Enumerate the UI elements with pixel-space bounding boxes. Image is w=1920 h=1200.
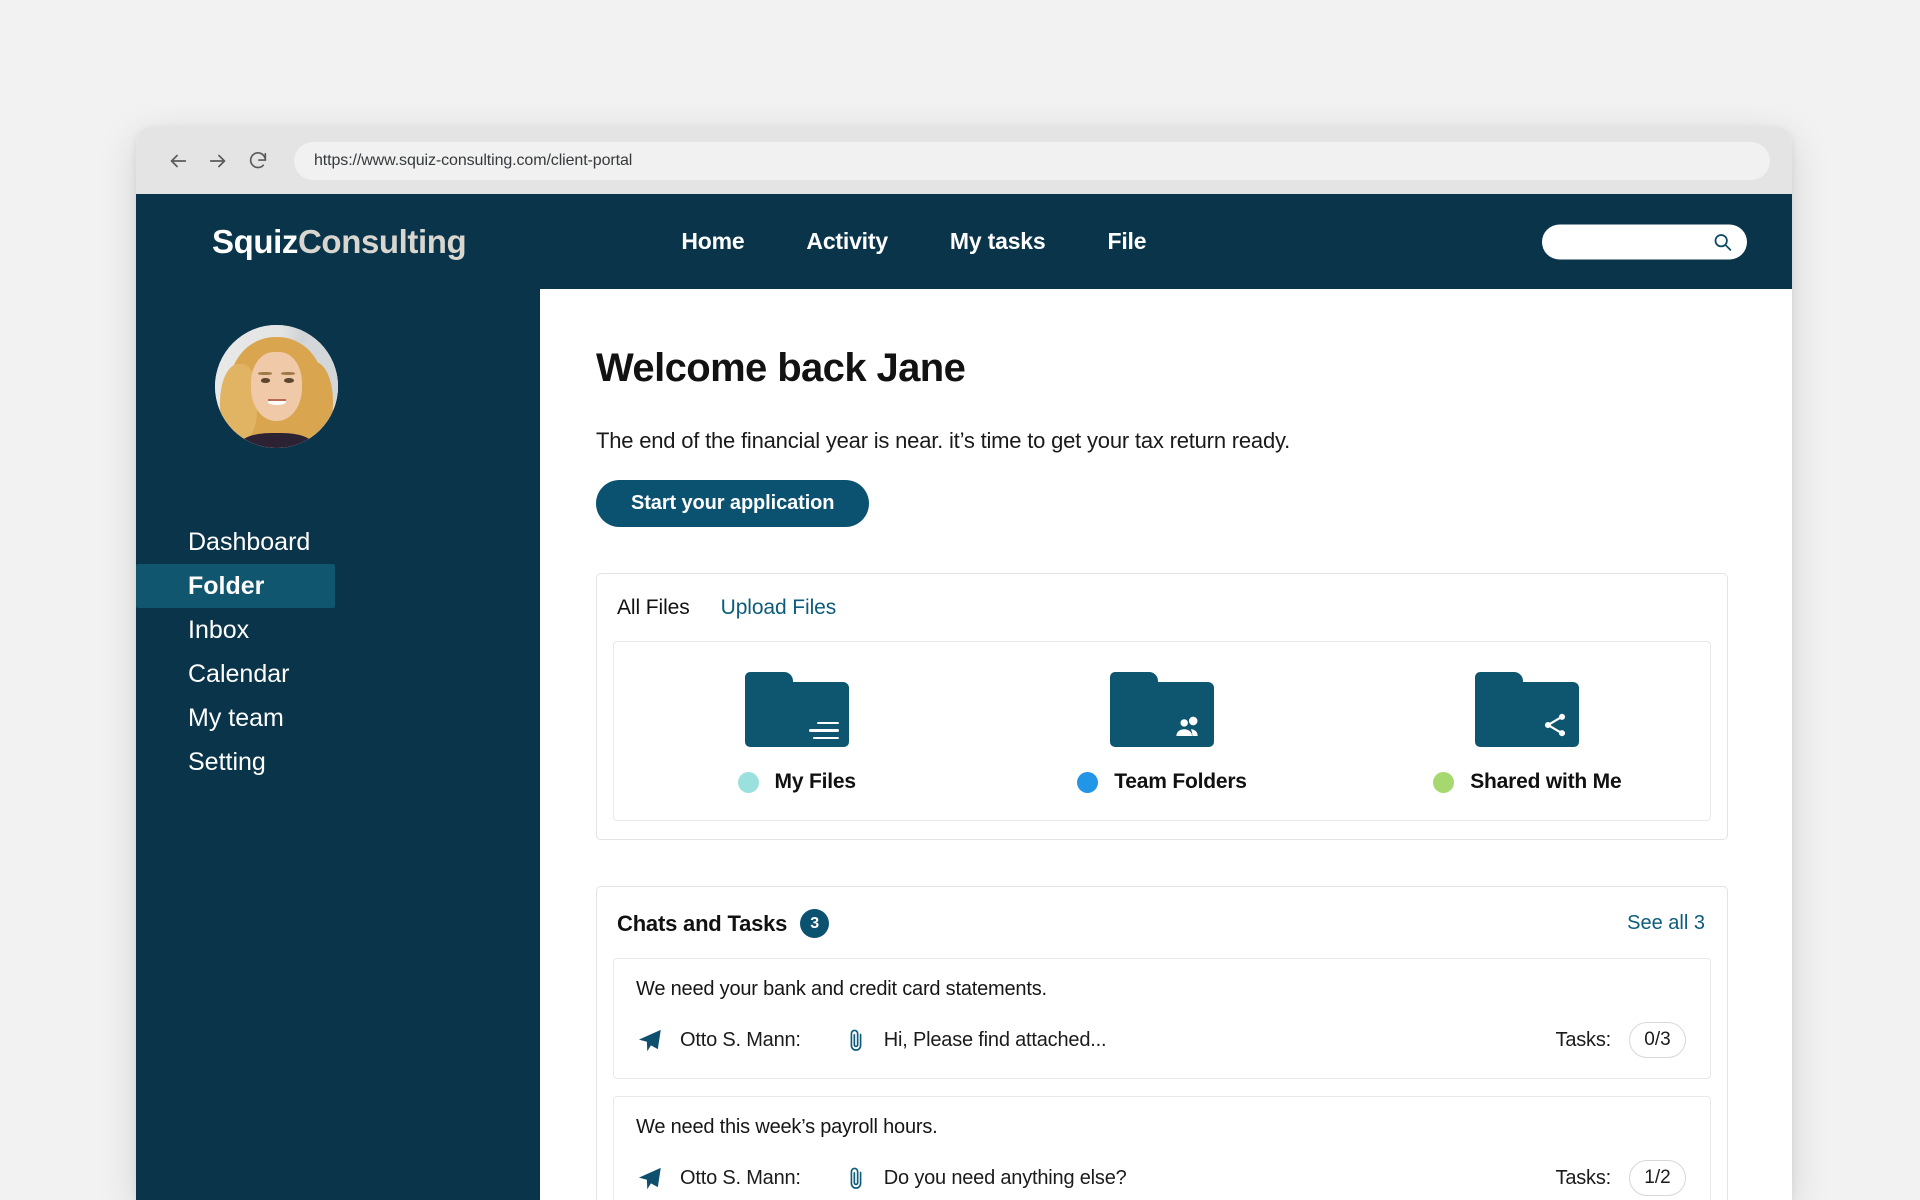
folder-status-dot <box>737 771 759 793</box>
people-icon <box>1174 715 1204 739</box>
folder-icon <box>1475 672 1580 747</box>
brand-logo[interactable]: SquizConsulting <box>212 222 467 261</box>
address-bar[interactable] <box>294 141 1770 180</box>
chats-and-tasks-card: Chats and Tasks 3 See all 3 We need your… <box>596 886 1728 1200</box>
back-arrow-icon[interactable] <box>158 141 198 181</box>
table-row[interactable]: We need your bank and credit card statem… <box>613 958 1711 1079</box>
browser-toolbar <box>136 127 1792 194</box>
sidebar-item-inbox[interactable]: Inbox <box>136 608 540 652</box>
app-root: SquizConsulting Home Activity My tasks F… <box>136 194 1792 1200</box>
share-icon <box>1541 711 1569 739</box>
avatar <box>215 325 338 448</box>
browser-window: SquizConsulting Home Activity My tasks F… <box>136 127 1792 1200</box>
sidebar-nav: Dashboard Folder Inbox Calendar My team … <box>136 520 540 784</box>
chat-preview: Hi, Please find attached... <box>883 1028 1107 1051</box>
tasks-label: Tasks: <box>1555 1166 1612 1189</box>
folder-shared-with-me[interactable]: Shared with Me <box>1345 672 1710 794</box>
search-input[interactable] <box>1558 233 1712 250</box>
forward-arrow-icon[interactable] <box>198 141 238 181</box>
nav-item-my-tasks[interactable]: My tasks <box>950 228 1046 255</box>
sidebar-item-dashboard[interactable]: Dashboard <box>136 520 540 564</box>
folder-label: Shared with Me <box>1470 770 1622 793</box>
folder-icon <box>744 672 849 747</box>
chats-title: Chats and Tasks <box>617 910 788 936</box>
sidebar-item-folder[interactable]: Folder <box>136 564 335 608</box>
folder-label: My Files <box>774 770 856 793</box>
chat-preview: Do you need anything else? <box>883 1166 1127 1189</box>
paperclip-icon <box>845 1165 867 1191</box>
table-row[interactable]: We need this week’s payroll hours. Otto … <box>613 1096 1711 1200</box>
chat-subject: We need this week’s payroll hours. <box>636 1116 938 1138</box>
sidebar-item-calendar[interactable]: Calendar <box>136 652 540 696</box>
reload-icon[interactable] <box>238 141 278 181</box>
folder-my-files[interactable]: My Files <box>614 672 979 794</box>
tasks-count-pill: 0/3 <box>1629 1022 1686 1058</box>
main-nav: Home Activity My tasks File <box>681 228 1146 255</box>
send-icon <box>636 1165 663 1192</box>
tab-all-files[interactable]: All Files <box>617 596 690 620</box>
nav-item-file[interactable]: File <box>1107 228 1146 255</box>
send-icon <box>636 1027 663 1054</box>
tasks-count-pill: 1/2 <box>1629 1160 1686 1196</box>
page-title: Welcome back Jane <box>596 346 966 390</box>
paperclip-icon <box>845 1027 867 1053</box>
folder-label: Team Folders <box>1114 770 1247 793</box>
chats-count-badge: 3 <box>800 909 830 938</box>
brand-logo-secondary: Consulting <box>298 222 467 260</box>
list-lines-icon <box>808 717 839 739</box>
files-tabs: All Files Upload Files <box>613 596 1711 620</box>
nav-item-activity[interactable]: Activity <box>806 228 888 255</box>
chat-sender: Otto S. Mann: <box>680 1028 801 1051</box>
folder-status-dot <box>1433 771 1455 793</box>
tab-upload-files[interactable]: Upload Files <box>721 596 837 620</box>
start-application-button[interactable]: Start your application <box>596 480 870 527</box>
search-icon[interactable] <box>1712 231 1733 252</box>
folders-panel: My Files Team Folders Shared with Me <box>613 641 1711 821</box>
brand-logo-primary: Squiz <box>212 222 298 260</box>
chats-header: Chats and Tasks 3 See all 3 <box>613 909 1711 938</box>
tasks-label: Tasks: <box>1555 1028 1612 1051</box>
app-body: Dashboard Folder Inbox Calendar My team … <box>136 289 1792 1200</box>
folder-team-folders[interactable]: Team Folders <box>979 672 1344 794</box>
sidebar: Dashboard Folder Inbox Calendar My team … <box>136 289 540 1200</box>
see-all-link[interactable]: See all 3 <box>1627 912 1705 935</box>
folder-status-dot <box>1077 771 1099 793</box>
main-content: Welcome back Jane The end of the financi… <box>540 289 1792 1200</box>
sidebar-item-my-team[interactable]: My team <box>136 696 540 740</box>
files-card: All Files Upload Files My Files Team Fol… <box>596 573 1728 840</box>
folder-icon <box>1109 672 1214 747</box>
header-search[interactable] <box>1542 224 1747 259</box>
app-header: SquizConsulting Home Activity My tasks F… <box>136 194 1792 289</box>
chat-sender: Otto S. Mann: <box>680 1166 801 1189</box>
page-subtitle: The end of the financial year is near. i… <box>596 428 1291 453</box>
sidebar-item-setting[interactable]: Setting <box>136 740 540 784</box>
nav-item-home[interactable]: Home <box>681 228 744 255</box>
chat-subject: We need your bank and credit card statem… <box>636 978 1047 1000</box>
